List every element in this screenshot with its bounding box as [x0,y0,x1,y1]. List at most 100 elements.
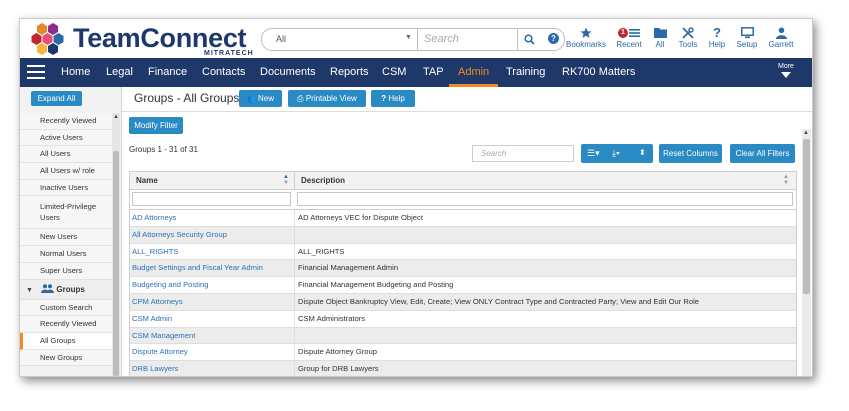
table-row[interactable]: CSM Admin CSM Administrators [130,310,796,328]
nav-home[interactable]: Home [61,58,90,87]
monitor-icon [734,25,760,40]
main-scroll-thumb[interactable] [803,139,810,294]
sidebar-item-inactive-users[interactable]: Inactive Users [20,179,112,197]
printable-view-button[interactable]: ⎙ Printable View [288,90,366,107]
sidebar-item-active-users[interactable]: Active Users [20,129,112,147]
nav-finance[interactable]: Finance [148,58,187,87]
table-filter-row [130,190,796,210]
users-group-icon [41,283,55,293]
group-name-link[interactable]: Dispute Attorney [130,344,295,361]
sidebar-item-new-groups[interactable]: New Groups [20,349,112,367]
table-row[interactable]: DRB Lawyers Group for DRB Lawyers [130,361,796,376]
sidebar-item-custom-search[interactable]: Custom Search [20,299,112,317]
user-icon [765,25,797,40]
nav-documents[interactable]: Documents [260,58,316,87]
toolbar-label: Bookmarks [565,40,606,49]
column-header-description[interactable]: Description ▲ ▼ [295,172,796,189]
expand-all-button[interactable]: Expand All [31,91,82,106]
scroll-up-icon[interactable]: ▲ [803,130,809,136]
table-row[interactable]: All Attorneys Security Group [130,226,796,244]
caret-down-icon: ▼ [26,286,33,294]
nav-training[interactable]: Training [506,58,545,87]
sidebar-scroll-thumb[interactable] [113,151,119,376]
sidebar-item-normal-users[interactable]: Normal Users [20,246,112,263]
sidebar-item-limited-privilege-users[interactable]: Limited-Privilege Users [20,196,112,230]
toolbar-help[interactable]: ? Help [706,25,728,49]
new-button[interactable]: 👥 New [239,90,282,107]
table-row[interactable]: AD Attorneys AD Attorneys VEC for Dispute… [130,210,796,227]
column-header-name[interactable]: Name ▲ ▼ [130,172,295,189]
toolbar-all[interactable]: All [649,25,671,49]
hamburger-menu-icon[interactable] [27,65,45,80]
sidebar-item-all-groups[interactable]: All Groups [20,332,112,350]
search-scope-select[interactable]: All ▼ [262,29,418,50]
group-name-link[interactable]: Budget Settings and Fiscal Year Admin [130,260,295,277]
group-name-link[interactable]: AD Attorneys [130,210,295,226]
group-name-link[interactable]: CPM Attorneys [130,293,295,310]
sidebar-scrollbar[interactable]: ▲ [112,113,120,376]
toolbar-bookmarks[interactable]: Bookmarks [565,25,607,49]
group-name-link[interactable]: All Attorneys Security Group [130,226,295,243]
nav-rk700-matters[interactable]: RK700 Matters [562,58,635,87]
sidebar-item-all-users-with-role[interactable]: All Users w/ role [20,163,112,180]
list-view-icon[interactable]: ☰▾ [587,148,600,159]
sidebar-section-groups[interactable]: ▼ Groups [20,279,112,300]
toolbar-user[interactable]: Garrett [765,25,797,49]
sidebar-item-new-users[interactable]: New Users [20,229,112,247]
sort-icon[interactable]: ⬍ [639,148,646,157]
global-search: All ▼ Search [261,28,565,51]
table-row[interactable]: Budgeting and Posting Financial Managemen… [130,277,796,294]
group-name-link[interactable]: DRB Lawyers [130,361,295,376]
question-icon: ? [713,25,721,40]
name-filter-input[interactable] [132,192,291,206]
folder-icon [649,25,671,40]
clear-all-filters-button[interactable]: Clear All Filters [730,144,795,163]
nav-admin[interactable]: Admin [449,58,499,87]
search-input[interactable]: Search [424,33,459,45]
toolbar-label: All [655,40,665,49]
toolbar-recent[interactable]: 1 Recent [613,25,645,49]
download-icon[interactable]: ⤓▾ [612,148,620,159]
nav-tap[interactable]: TAP [423,58,444,87]
app-window: TeamConnect MITRATECH All ▼ Search ? Boo… [19,18,813,377]
main-nav: Home Legal Finance Contacts Documents Re… [20,58,812,87]
sidebar-item-all-users[interactable]: All Users [20,146,112,164]
scroll-up-icon[interactable]: ▲ [113,114,119,120]
toolbar-tools[interactable]: Tools [676,25,700,49]
reset-columns-button[interactable]: Reset Columns [659,144,722,163]
nav-contacts[interactable]: Contacts [202,58,245,87]
help-circle-icon[interactable]: ? [548,33,559,44]
table-row[interactable]: CPM Attorneys Dispute Object Bankruptcy V… [130,293,796,311]
nav-csm[interactable]: CSM [382,58,406,87]
group-name-link[interactable]: CSM Management [130,327,295,344]
group-name-link[interactable]: CSM Admin [130,310,295,327]
modify-filter-button[interactable]: Modify Filter [129,117,183,134]
nav-legal[interactable]: Legal [106,58,133,87]
notification-badge: 1 [618,27,628,38]
table-search-input[interactable]: Search [472,145,574,162]
teamconnect-logo-icon[interactable] [30,21,66,57]
table-row[interactable]: CSM Management [130,327,796,345]
sort-icon[interactable]: ▲ ▼ [783,174,789,186]
help-button[interactable]: ? Help [371,90,415,107]
nav-reports[interactable]: Reports [330,58,369,87]
sidebar-item-super-users[interactable]: Super Users [20,262,112,280]
sidebar-list: Recently Viewed Active Users All Users A… [20,113,112,367]
group-description: AD Attorneys VEC for Dispute Object [298,213,423,222]
sidebar-item-recently-viewed-users[interactable]: Recently Viewed [20,113,112,130]
search-button[interactable] [517,29,541,50]
toolbar-label: Tools [678,40,698,49]
sidebar-item-recently-viewed-groups[interactable]: Recently Viewed [20,316,112,333]
table-row[interactable]: Dispute Attorney Dispute Attorney Group [130,344,796,362]
table-row[interactable]: ALL_RIGHTS ALL_RIGHTS [130,243,796,261]
main-scrollbar[interactable]: ▲ [802,129,811,376]
toolbar-setup[interactable]: Setup [734,25,760,49]
toolbar-label: Recent [616,40,642,49]
description-filter-input[interactable] [297,192,793,206]
group-name-link[interactable]: ALL_RIGHTS [130,243,295,260]
nav-more[interactable]: More [778,63,794,78]
table-row[interactable]: Budget Settings and Fiscal Year Admin Fin… [130,260,796,278]
search-scope-value: All [276,34,287,44]
sort-asc-icon[interactable]: ▲ ▼ [283,174,289,186]
group-name-link[interactable]: Budgeting and Posting [130,277,295,293]
